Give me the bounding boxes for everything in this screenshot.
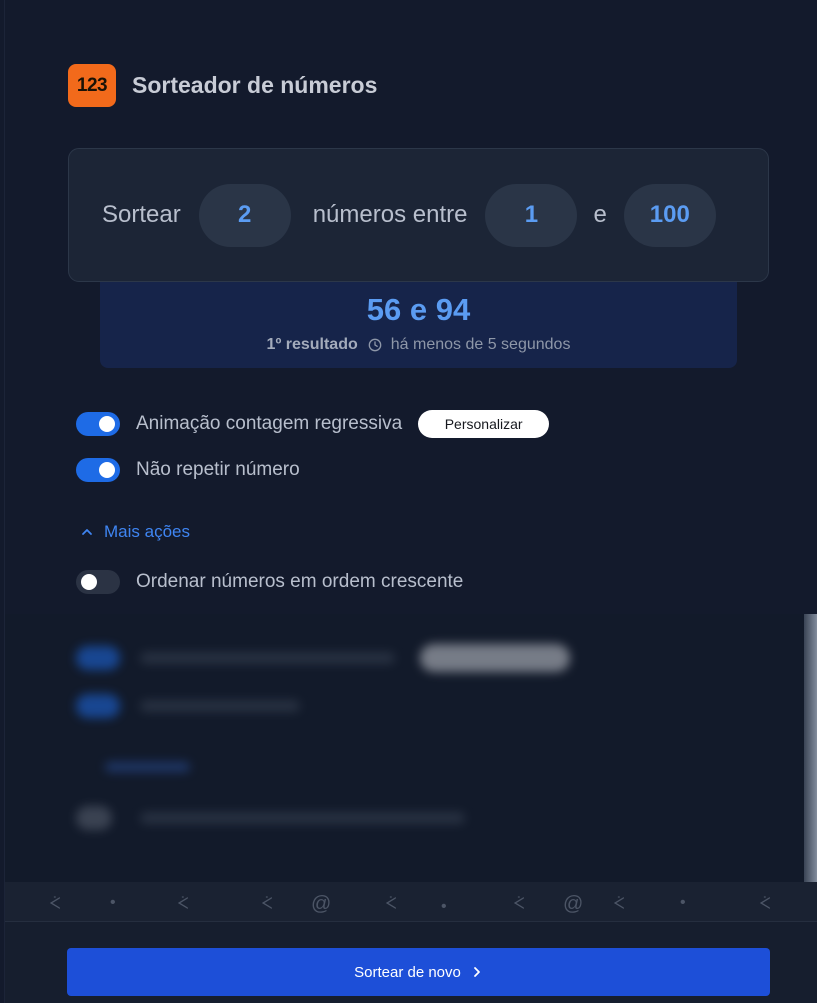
dot-icon: • — [110, 894, 116, 911]
result-meta: 1º resultado há menos de 5 segundos — [100, 336, 737, 354]
chevron-right-icon — [473, 967, 480, 977]
squiggle-icon: ᢵ — [261, 896, 273, 913]
result-ordinal: 1º resultado — [266, 336, 358, 353]
countdown-toggle[interactable] — [76, 412, 120, 436]
no-repeat-label: Não repetir número — [136, 459, 300, 480]
config-prefix: Sortear — [102, 201, 181, 228]
clock-icon — [368, 338, 382, 352]
blurred-reflection — [5, 614, 817, 882]
squiggle-icon: ᢵ — [385, 896, 397, 913]
dot-icon: • — [680, 894, 686, 911]
draw-again-label: Sortear de novo — [354, 963, 461, 981]
footer-bar: Sortear de novo — [5, 922, 817, 1003]
blurred-edge — [804, 614, 817, 882]
quantity-input[interactable]: 2 — [198, 183, 291, 247]
decorative-strip: ᢵ • ᢵ ᢵ @ ᢵ • ᢵ @ ᢵ • ᢵ — [5, 882, 817, 922]
squiggle-icon: ᢵ — [513, 896, 525, 913]
config-middle-text: números entre — [312, 201, 468, 228]
sort-label: Ordenar números em ordem crescente — [136, 571, 464, 592]
dot-icon: • — [441, 898, 447, 915]
no-repeat-toggle[interactable] — [76, 458, 120, 482]
draw-config-panel: Sortear 2 números entre 1 e 100 — [68, 148, 769, 282]
squiggle-icon: ᢵ — [177, 896, 189, 913]
page-title: Sorteador de números — [132, 72, 378, 98]
more-actions-toggle[interactable]: Mais ações — [81, 522, 190, 542]
countdown-option: Animação contagem regressiva Personaliza… — [76, 410, 550, 438]
sort-toggle[interactable] — [76, 570, 120, 594]
countdown-label: Animação contagem regressiva — [136, 413, 403, 434]
squiggle-icon: ᢵ — [49, 896, 61, 913]
draw-again-button[interactable]: Sortear de novo — [67, 948, 770, 996]
page-header: 123 Sorteador de números — [68, 64, 377, 107]
spiral-icon: @ — [311, 893, 332, 915]
app-window: 123 Sorteador de números Sortear 2 númer… — [4, 0, 817, 1003]
config-connector: e — [593, 201, 607, 228]
squiggle-icon: ᢵ — [613, 896, 625, 913]
blurred-options-ghost — [5, 614, 817, 882]
squiggle-icon: ᢵ — [759, 896, 771, 913]
sort-option: Ordenar números em ordem crescente — [76, 570, 463, 594]
min-input[interactable]: 1 — [485, 183, 578, 247]
result-time: há menos de 5 segundos — [390, 336, 571, 353]
app-logo: 123 — [68, 64, 116, 107]
spiral-icon: @ — [563, 893, 584, 915]
no-repeat-option: Não repetir número — [76, 458, 300, 482]
chevron-up-icon — [82, 529, 92, 535]
result-numbers: 56 e 94 — [366, 292, 471, 327]
more-actions-label: Mais ações — [104, 522, 190, 541]
max-input[interactable]: 100 — [623, 183, 716, 247]
result-panel: 56 e 94 1º resultado há menos de 5 segun… — [100, 282, 737, 368]
personalize-button[interactable]: Personalizar — [418, 410, 550, 438]
